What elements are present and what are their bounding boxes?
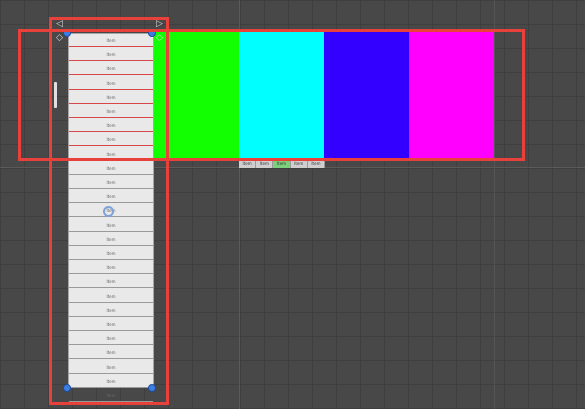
highlight-rect-vertical <box>49 17 169 405</box>
